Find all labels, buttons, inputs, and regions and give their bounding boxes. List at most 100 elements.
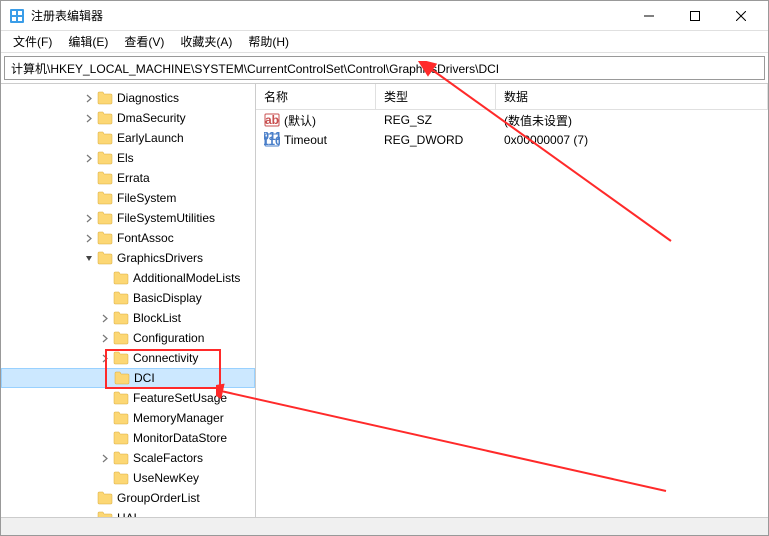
tree-item-label: GraphicsDrivers	[117, 251, 203, 265]
tree-item-label: MonitorDataStore	[133, 431, 227, 445]
tree-item-label: FileSystemUtilities	[117, 211, 215, 225]
tree-item[interactable]: FileSystemUtilities	[1, 208, 255, 228]
close-button[interactable]	[718, 1, 764, 31]
tree-expander-icon[interactable]	[81, 154, 97, 163]
column-name[interactable]: 名称	[256, 84, 376, 109]
folder-icon	[114, 371, 130, 385]
tree-item-label: DmaSecurity	[117, 111, 186, 125]
list-panel[interactable]: 名称 类型 数据 ab(默认)REG_SZ(数值未设置)011110Timeou…	[256, 84, 768, 517]
menu-edit[interactable]: 编辑(E)	[60, 31, 116, 52]
cell-type: REG_SZ	[376, 113, 496, 127]
tree-item[interactable]: Configuration	[1, 328, 255, 348]
tree-item-label: Diagnostics	[117, 91, 179, 105]
tree-item-label: UseNewKey	[133, 471, 199, 485]
folder-icon	[113, 291, 129, 305]
tree-expander-icon[interactable]	[81, 214, 97, 223]
tree-item-label: Errata	[117, 171, 150, 185]
tree-expander-icon[interactable]	[97, 314, 113, 323]
tree-item[interactable]: AdditionalModeLists	[1, 268, 255, 288]
tree-item-label: HAL	[117, 511, 140, 517]
tree-item[interactable]: FileSystem	[1, 188, 255, 208]
tree-item[interactable]: BasicDisplay	[1, 288, 255, 308]
maximize-button[interactable]	[672, 1, 718, 31]
cell-type: REG_DWORD	[376, 133, 496, 147]
list-row[interactable]: ab(默认)REG_SZ(数值未设置)	[256, 110, 768, 130]
menu-view[interactable]: 查看(V)	[116, 31, 172, 52]
tree-item[interactable]: FontAssoc	[1, 228, 255, 248]
tree-item-label: BasicDisplay	[133, 291, 202, 305]
folder-icon	[97, 151, 113, 165]
tree-item[interactable]: DCI	[1, 368, 255, 388]
folder-icon	[113, 431, 129, 445]
tree-item[interactable]: MonitorDataStore	[1, 428, 255, 448]
tree-item-label: MemoryManager	[133, 411, 224, 425]
tree-item[interactable]: FeatureSetUsage	[1, 388, 255, 408]
menu-file[interactable]: 文件(F)	[5, 31, 60, 52]
tree-item-label: Els	[117, 151, 134, 165]
tree-item[interactable]: Diagnostics	[1, 88, 255, 108]
cell-name: ab(默认)	[256, 112, 376, 129]
tree-item[interactable]: ScaleFactors	[1, 448, 255, 468]
tree-item[interactable]: EarlyLaunch	[1, 128, 255, 148]
folder-icon	[97, 211, 113, 225]
list-body: ab(默认)REG_SZ(数值未设置)011110TimeoutREG_DWOR…	[256, 110, 768, 150]
cell-data: 0x00000007 (7)	[496, 133, 768, 147]
tree-item-label: GroupOrderList	[117, 491, 200, 505]
folder-icon	[113, 311, 129, 325]
folder-icon	[113, 451, 129, 465]
tree-item-label: FontAssoc	[117, 231, 174, 245]
menu-favorites[interactable]: 收藏夹(A)	[172, 31, 240, 52]
tree-item[interactable]: Els	[1, 148, 255, 168]
tree-expander-icon[interactable]	[81, 94, 97, 103]
tree-item-label: EarlyLaunch	[117, 131, 184, 145]
tree-expander-icon[interactable]	[97, 454, 113, 463]
tree-item[interactable]: HAL	[1, 508, 255, 517]
list-header: 名称 类型 数据	[256, 84, 768, 110]
tree-item[interactable]: MemoryManager	[1, 408, 255, 428]
tree-item-label: FileSystem	[117, 191, 176, 205]
tree-item[interactable]: Errata	[1, 168, 255, 188]
titlebar: 注册表编辑器	[1, 1, 768, 31]
folder-icon	[97, 131, 113, 145]
tree-item-label: AdditionalModeLists	[133, 271, 240, 285]
tree-item-label: ScaleFactors	[133, 451, 203, 465]
address-text: 计算机\HKEY_LOCAL_MACHINE\SYSTEM\CurrentCon…	[11, 60, 499, 77]
tree-expander-icon[interactable]	[97, 334, 113, 343]
tree-item[interactable]: BlockList	[1, 308, 255, 328]
tree-expander-icon[interactable]	[97, 354, 113, 363]
minimize-button[interactable]	[626, 1, 672, 31]
app-icon	[9, 8, 25, 24]
folder-icon	[113, 391, 129, 405]
folder-icon	[113, 411, 129, 425]
tree-item[interactable]: DmaSecurity	[1, 108, 255, 128]
folder-icon	[113, 331, 129, 345]
tree-item[interactable]: Connectivity	[1, 348, 255, 368]
window-title: 注册表编辑器	[31, 7, 626, 24]
dword-value-icon: 011110	[264, 132, 280, 148]
tree-expander-icon[interactable]	[81, 254, 97, 263]
folder-icon	[97, 231, 113, 245]
tree-item-label: BlockList	[133, 311, 181, 325]
folder-icon	[97, 111, 113, 125]
content: Diagnostics DmaSecurity EarlyLaunch Els Erra…	[1, 83, 768, 517]
column-data[interactable]: 数据	[496, 84, 768, 109]
folder-icon	[113, 351, 129, 365]
folder-icon	[113, 471, 129, 485]
tree-item-label: DCI	[134, 371, 155, 385]
folder-icon	[97, 191, 113, 205]
tree-panel[interactable]: Diagnostics DmaSecurity EarlyLaunch Els Erra…	[1, 84, 256, 517]
cell-name: 011110Timeout	[256, 132, 376, 148]
tree-expander-icon[interactable]	[81, 234, 97, 243]
address-bar[interactable]: 计算机\HKEY_LOCAL_MACHINE\SYSTEM\CurrentCon…	[4, 56, 765, 80]
list-row[interactable]: 011110TimeoutREG_DWORD0x00000007 (7)	[256, 130, 768, 150]
tree-expander-icon[interactable]	[81, 114, 97, 123]
svg-text:ab: ab	[265, 113, 279, 127]
tree-item-label: Connectivity	[133, 351, 198, 365]
folder-icon	[97, 511, 113, 517]
tree-item[interactable]: GroupOrderList	[1, 488, 255, 508]
menu-help[interactable]: 帮助(H)	[240, 31, 297, 52]
column-type[interactable]: 类型	[376, 84, 496, 109]
folder-icon	[113, 271, 129, 285]
tree-item[interactable]: GraphicsDrivers	[1, 248, 255, 268]
tree-item[interactable]: UseNewKey	[1, 468, 255, 488]
